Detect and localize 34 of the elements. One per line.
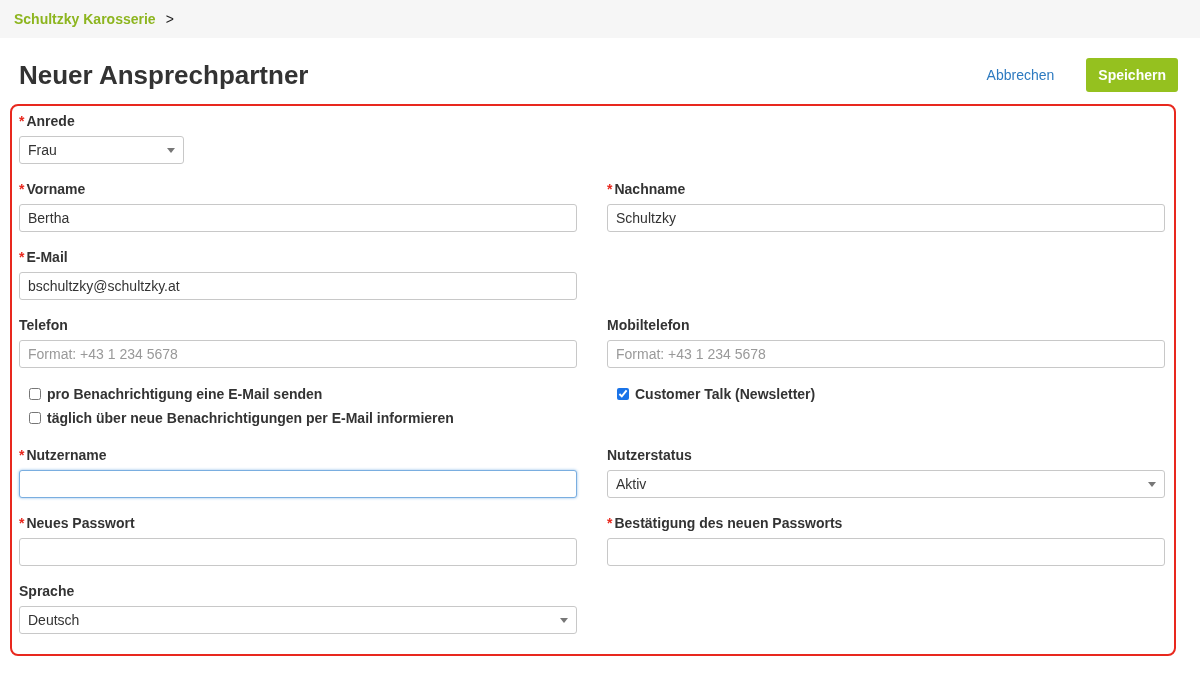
field-label: *Nutzername xyxy=(19,446,108,464)
password-field[interactable] xyxy=(607,538,1165,566)
field-label: *E-Mail xyxy=(19,248,69,266)
field-label: Nutzerstatus xyxy=(607,446,693,464)
input-field[interactable]: Schultzky xyxy=(607,204,1165,232)
field-label: *Nachname xyxy=(607,180,687,198)
field-label: *Neues Passwort xyxy=(19,514,136,532)
checkbox-label: pro Benachrichtigung eine E-Mail senden xyxy=(47,386,323,402)
select-field[interactable]: Frau xyxy=(19,136,184,164)
input-field[interactable]: Format: +43 1 234 5678 xyxy=(19,340,577,368)
checkbox-label: täglich über neue Benachrichtigungen per E-Mail informieren xyxy=(47,410,454,426)
breadcrumb-separator: > xyxy=(165,11,174,27)
select-field[interactable]: Deutsch xyxy=(19,606,577,634)
field-label: Sprache xyxy=(19,582,76,600)
password-field[interactable] xyxy=(19,538,577,566)
checkbox[interactable] xyxy=(29,412,41,424)
field-label: *Anrede xyxy=(19,112,76,130)
caret-icon xyxy=(167,147,175,153)
input-field[interactable]: Format: +43 1 234 5678 xyxy=(607,340,1165,368)
caret-icon xyxy=(1148,481,1156,487)
field-label: *Bestätigung des neuen Passworts xyxy=(607,514,844,532)
input-field[interactable] xyxy=(19,470,577,498)
checkbox[interactable] xyxy=(29,388,41,400)
field-label: Mobiltelefon xyxy=(607,316,691,334)
field-label: *Vorname xyxy=(19,180,87,198)
field-label: Telefon xyxy=(19,316,69,334)
cancel-link[interactable]: Abbrechen xyxy=(986,67,1055,83)
page-title: Neuer Ansprechpartner xyxy=(19,59,310,91)
checkbox-label: Customer Talk (Newsletter) xyxy=(635,386,816,402)
select-field[interactable]: Aktiv xyxy=(607,470,1165,498)
input-field[interactable]: Bertha xyxy=(19,204,577,232)
caret-icon xyxy=(560,617,568,623)
checkbox[interactable] xyxy=(617,388,629,400)
input-field[interactable]: bschultzky@schultzky.at xyxy=(19,272,577,300)
